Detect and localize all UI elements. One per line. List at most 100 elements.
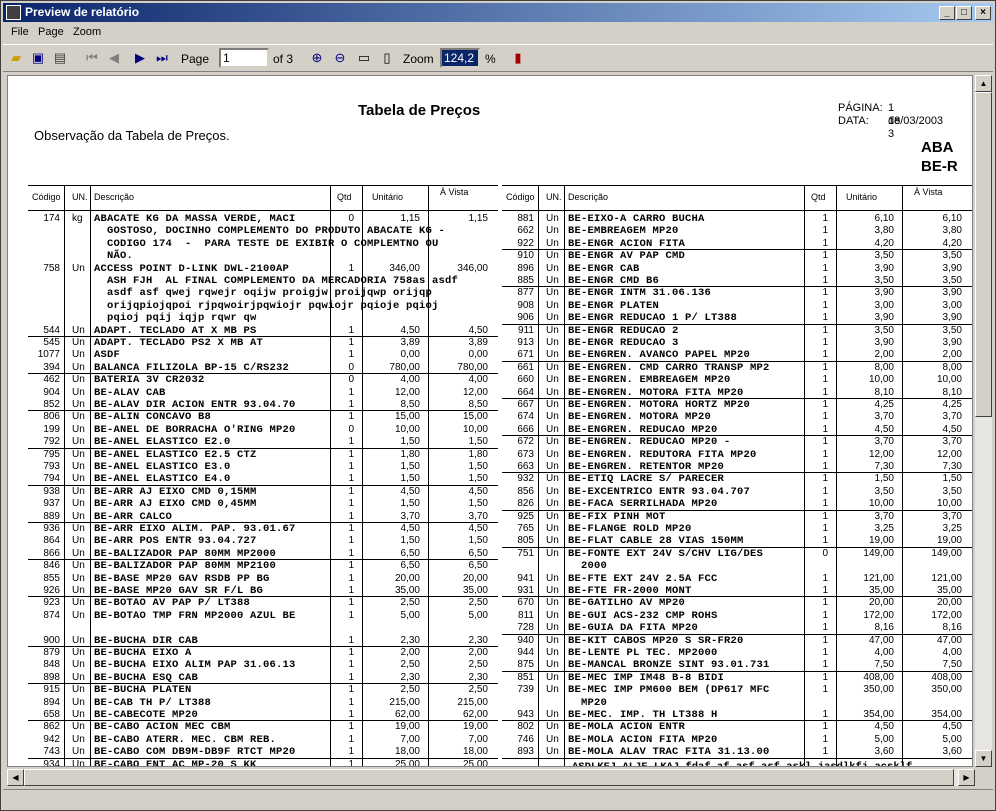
preview-window: Preview de relatório _ □ × File Page Zoo… — [0, 0, 996, 811]
item-unit: Un — [546, 709, 559, 720]
item-code: 758 — [43, 262, 60, 274]
item-cash-price: 3,70 — [942, 510, 962, 522]
page-input[interactable] — [219, 48, 269, 68]
item-unit-price: 4,50 — [400, 523, 420, 534]
item-unit: Un — [72, 535, 85, 547]
item-cash-price: 780,00 — [457, 361, 488, 373]
open-folder-icon[interactable]: ▰ — [7, 49, 25, 67]
item-qty: 1 — [822, 275, 828, 286]
item-unit: Un — [72, 461, 85, 472]
item-code: 942 — [43, 733, 60, 745]
item-description: BE-BOTAO AV PAP P/ LT388 — [94, 597, 251, 610]
next-page-icon[interactable]: ▶ — [131, 49, 149, 67]
save-icon[interactable]: ▣ — [29, 49, 47, 67]
item-code: 743 — [43, 746, 60, 758]
item-unit-price: 1,80 — [400, 448, 420, 460]
maximize-button[interactable]: □ — [956, 6, 972, 20]
item-unit: Un — [546, 436, 559, 448]
whole-page-icon[interactable]: ▯ — [378, 49, 396, 67]
zoom-input[interactable] — [440, 48, 480, 68]
vertical-scrollbar[interactable]: ▲ ▼ — [975, 75, 992, 767]
item-cash-price: 3,50 — [942, 324, 962, 336]
print-icon[interactable]: ▤ — [51, 49, 69, 67]
page-width-icon[interactable]: ▭ — [355, 49, 373, 67]
table-row: 936 Un BE-ARR EIXO ALIM. PAP. 93.01.67 1 4,5… — [28, 523, 498, 535]
item-unit: Un — [72, 597, 85, 609]
menu-file[interactable]: File — [11, 26, 29, 38]
menu-page[interactable]: Page — [38, 26, 64, 38]
item-description: BE-ENGREN. REDUCAO MP20 — [568, 423, 718, 436]
item-code: 915 — [43, 684, 60, 696]
item-cash-price: 2,30 — [468, 634, 488, 646]
first-page-icon[interactable]: ⏮ — [83, 49, 101, 67]
item-qty: 1 — [348, 758, 354, 767]
item-description: ADAPT. TECLADO AT X MB PS — [94, 324, 257, 337]
item-unit: Un — [72, 647, 85, 658]
item-unit: Un — [546, 250, 559, 262]
minimize-button[interactable]: _ — [939, 6, 955, 20]
menu-zoom[interactable]: Zoom — [73, 26, 101, 38]
scroll-up-icon[interactable]: ▲ — [975, 75, 992, 92]
header-cash-price: À Vista — [440, 187, 469, 197]
prev-page-icon[interactable]: ◀ — [105, 49, 123, 67]
item-code: 826 — [517, 498, 534, 510]
item-unit-price: 1,50 — [400, 436, 420, 448]
item-qty: 0 — [348, 213, 354, 224]
item-unit-price: 350,00 — [863, 684, 894, 696]
item-unit: kg — [72, 213, 83, 224]
item-qty: 1 — [822, 312, 828, 324]
item-code: 664 — [517, 386, 534, 398]
item-code: 848 — [43, 659, 60, 671]
table-row: 795 Un BE-ANEL ELASTICO E2.5 CTZ 1 1,80 1,80 — [28, 449, 498, 461]
item-qty: 1 — [348, 634, 354, 646]
scroll-right-icon[interactable]: ▶ — [958, 769, 975, 786]
item-unit-price: 3,50 — [874, 324, 894, 336]
item-code: 544 — [43, 324, 60, 336]
item-qty: 1 — [348, 386, 354, 398]
item-cash-price: 4,50 — [468, 485, 488, 497]
exit-icon[interactable]: ▮ — [509, 49, 527, 67]
item-unit: Un — [546, 213, 559, 224]
item-code: 910 — [517, 250, 534, 262]
item-cash-price: 2,50 — [468, 597, 488, 609]
horizontal-scroll-thumb[interactable] — [24, 769, 954, 786]
table-row: 877 Un BE-ENGR INTM 31.06.136 1 3,90 3,90 — [502, 287, 972, 299]
item-qty: 0 — [348, 423, 354, 435]
item-cash-price: 2,00 — [468, 647, 488, 658]
zoom-out-icon[interactable]: ⊖ — [331, 49, 349, 67]
item-unit: Un — [72, 411, 85, 423]
item-description: BE-BALIZADOR PAP 80MM MP2100 — [94, 560, 277, 573]
item-cash-price: 6,50 — [468, 547, 488, 559]
horizontal-scrollbar[interactable]: ◀ ▶ — [7, 769, 975, 786]
item-unit: Un — [72, 498, 85, 510]
table-row: 545 Un ADAPT. TECLADO PS2 X MB AT 1 3,89 3,89 — [28, 337, 498, 349]
item-description: BE-BASE MP20 GAV SR F/L BG — [94, 585, 264, 597]
group-aba: ABA — [921, 139, 954, 156]
vertical-scroll-thumb[interactable] — [975, 92, 992, 417]
item-unit-price: 4,50 — [400, 324, 420, 336]
item-description: BE-ENGREN. EMBREAGEM MP20 — [568, 374, 731, 387]
item-qty: 1 — [348, 671, 354, 683]
item-description: BE-ENGR REDUCAO 2 — [568, 324, 679, 337]
item-cash-price: 2,30 — [468, 671, 488, 683]
item-cash-price: 47,00 — [936, 634, 962, 646]
table-row: 913 Un BE-ENGR REDUCAO 3 1 3,90 3,90 — [502, 337, 972, 349]
item-unit: Un — [72, 733, 85, 745]
item-code: 900 — [43, 634, 60, 646]
item-code: 943 — [517, 709, 534, 720]
item-cash-price: 7,30 — [942, 461, 962, 472]
item-qty: 1 — [822, 337, 828, 348]
scroll-left-icon[interactable]: ◀ — [7, 769, 24, 786]
last-page-icon[interactable]: ⏭ — [153, 49, 171, 67]
table-row: 765 Un BE-FLANGE ROLD MP20 1 3,25 3,25 — [502, 523, 972, 535]
header-qty: Qtd — [337, 192, 352, 202]
scroll-down-icon[interactable]: ▼ — [975, 750, 992, 767]
item-code: 545 — [43, 337, 60, 348]
item-code: 856 — [517, 485, 534, 497]
item-description: BE-ENGREN. REDUCAO MP20 - — [568, 436, 731, 449]
item-description: BE-ENGR CMD B6 — [568, 275, 660, 287]
zoom-in-icon[interactable]: ⊕ — [308, 49, 326, 67]
item-code: 663 — [517, 461, 534, 472]
close-button[interactable]: × — [975, 6, 991, 20]
item-cash-price: 8,16 — [942, 622, 962, 634]
